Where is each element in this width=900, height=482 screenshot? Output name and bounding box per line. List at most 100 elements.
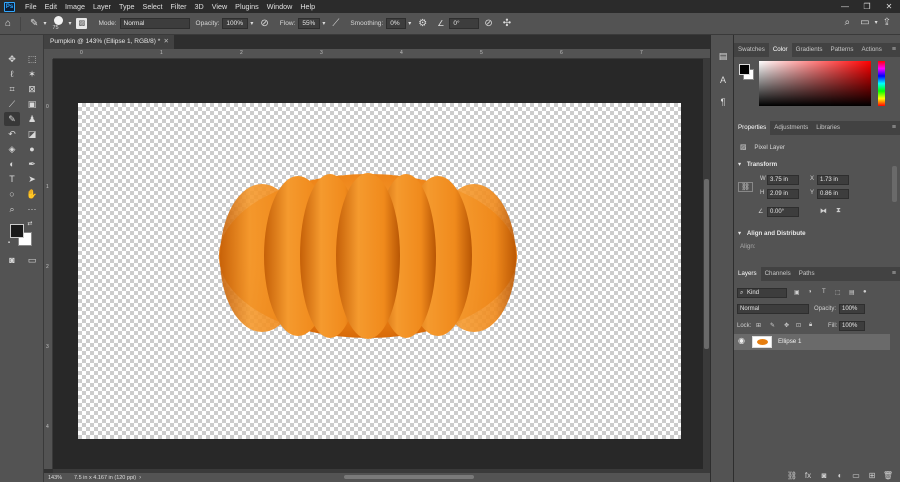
frame-tool-icon[interactable]: ⊠ <box>24 82 40 96</box>
tab-properties[interactable]: Properties <box>734 121 771 135</box>
magic-wand-tool-icon[interactable]: ✶ <box>24 67 40 81</box>
menu-select[interactable]: Select <box>139 2 167 11</box>
mode-select[interactable]: Normal <box>119 18 190 29</box>
swap-colors-icon[interactable]: ⇄ <box>25 219 35 229</box>
chevron-down-icon[interactable]: ▾ <box>408 20 411 27</box>
color-picker-field[interactable] <box>759 61 871 106</box>
symmetry-icon[interactable]: ✣ <box>503 18 511 29</box>
brush-tool-icon[interactable]: ✎ <box>30 18 38 29</box>
gear-icon[interactable]: ⚙ <box>418 18 427 29</box>
tab-libraries[interactable]: Libraries <box>812 121 844 135</box>
filter-pixel-icon[interactable]: ▣ <box>794 289 800 296</box>
flow-field[interactable]: 55% <box>298 18 321 29</box>
panel-menu-icon[interactable]: ≡ <box>892 43 896 57</box>
pressure-opacity-icon[interactable]: ⊘ <box>260 18 268 29</box>
width-field[interactable]: 3.75 in <box>767 175 799 185</box>
workspace-icon[interactable]: ▭ <box>860 17 869 28</box>
close-button[interactable]: ✕ <box>878 0 900 13</box>
panel-menu-icon[interactable]: ≡ <box>892 267 896 281</box>
ellipse-tool-icon[interactable]: ○ <box>4 187 20 201</box>
path-selection-tool-icon[interactable]: ➤ <box>24 172 40 186</box>
chevron-down-icon[interactable]: ▾ <box>250 20 253 27</box>
chevron-down-icon[interactable]: ▾ <box>68 20 71 27</box>
menu-help[interactable]: Help <box>296 2 319 11</box>
eyedropper-tool-icon[interactable]: ⟋ <box>4 97 20 111</box>
filter-smart-object-icon[interactable]: ▤ <box>849 289 855 296</box>
minimize-button[interactable]: — <box>834 0 856 13</box>
menu-filter[interactable]: Filter <box>167 2 191 11</box>
hue-slider[interactable] <box>878 61 885 106</box>
quick-mask-icon[interactable]: ◙ <box>4 253 20 267</box>
scrollbar-thumb[interactable] <box>704 179 709 349</box>
fill-field[interactable]: 100% <box>839 321 865 331</box>
more-tools-icon[interactable]: ··· <box>24 202 40 216</box>
scrollbar-thumb[interactable] <box>892 166 897 202</box>
filter-adjustment-icon[interactable]: ◑ <box>808 289 812 295</box>
scrollbar-thumb[interactable] <box>344 475 474 479</box>
clone-stamp-tool-icon[interactable]: ♟ <box>24 112 40 126</box>
adjustment-layer-icon[interactable]: ◐ <box>832 471 848 480</box>
default-colors-icon[interactable]: ▪ <box>5 239 13 247</box>
blur-tool-icon[interactable]: ● <box>24 142 40 156</box>
dodge-tool-icon[interactable]: ◐ <box>4 157 20 171</box>
lock-all-icon[interactable]: 🔒︎ <box>809 322 812 329</box>
link-icon[interactable]: ⛓ <box>738 182 753 192</box>
close-icon[interactable]: ✕ <box>164 35 169 49</box>
filter-toggle-icon[interactable]: ● <box>863 289 867 295</box>
layer-name[interactable]: Ellipse 1 <box>778 338 801 345</box>
zoom-level[interactable]: 143% <box>44 475 74 481</box>
move-tool-icon[interactable]: ✥ <box>4 52 20 66</box>
menu-3d[interactable]: 3D <box>191 2 208 11</box>
y-field[interactable]: 0.86 in <box>817 189 849 199</box>
opacity-field[interactable]: 100% <box>222 18 249 29</box>
history-brush-tool-icon[interactable]: ↶ <box>4 127 20 141</box>
chevron-down-icon[interactable]: ▾ <box>43 20 46 27</box>
document-canvas[interactable] <box>78 103 681 439</box>
spot-healing-tool-icon[interactable]: ▣ <box>24 97 40 111</box>
paragraph-panel-icon[interactable]: ¶ <box>715 95 731 109</box>
chevron-down-icon[interactable]: ▾ <box>875 19 878 26</box>
tab-adjustments[interactable]: Adjustments <box>770 121 812 135</box>
menu-type[interactable]: Type <box>115 2 139 11</box>
foreground-color-swatch[interactable] <box>739 64 750 75</box>
new-layer-icon[interactable]: ⊞ <box>864 471 880 480</box>
eraser-tool-icon[interactable]: ◪ <box>24 127 40 141</box>
angle-field[interactable]: 0.00° <box>767 207 799 217</box>
zoom-tool-icon[interactable]: ⌕ <box>4 202 20 216</box>
lock-pixels-icon[interactable]: ✎ <box>770 322 775 329</box>
pen-tool-icon[interactable]: ✒ <box>24 157 40 171</box>
tab-actions[interactable]: Actions <box>858 43 886 57</box>
layer-filter-select[interactable]: ⌕ Kind <box>737 288 787 298</box>
screen-mode-icon[interactable]: ▭ <box>24 253 40 267</box>
menu-edit[interactable]: Edit <box>41 2 61 11</box>
airbrush-icon[interactable]: ⟋ <box>332 18 339 29</box>
maximize-button[interactable]: ❐ <box>856 0 878 13</box>
tab-paths[interactable]: Paths <box>795 267 819 281</box>
blend-mode-select[interactable]: Normal <box>737 304 809 314</box>
document-info[interactable]: 7.5 in x 4.167 in (120 ppi) <box>74 475 136 481</box>
new-group-icon[interactable]: ▭ <box>848 471 864 480</box>
filter-type-icon[interactable]: T <box>822 289 826 295</box>
align-header[interactable]: ▾ Align and Distribute <box>738 230 900 237</box>
foreground-color-swatch[interactable] <box>10 224 24 238</box>
x-field[interactable]: 1.73 in <box>817 175 849 185</box>
flip-vertical-icon[interactable]: ⧗ <box>836 207 841 215</box>
tab-layers[interactable]: Layers <box>734 267 761 281</box>
menu-image[interactable]: Image <box>61 2 89 11</box>
flip-horizontal-icon[interactable]: ⧓ <box>820 207 827 215</box>
layer-style-icon[interactable]: fx <box>800 471 816 480</box>
brush-preset-picker[interactable]: 75 <box>50 15 68 33</box>
layer-row[interactable]: ◉ Ellipse 1 <box>734 334 890 350</box>
eye-icon[interactable]: ◉ <box>738 336 745 345</box>
lock-artboard-icon[interactable]: ⊡ <box>796 322 801 329</box>
transform-header[interactable]: ▾ Transform <box>738 161 900 168</box>
panel-menu-icon[interactable]: ≡ <box>892 121 896 135</box>
chevron-down-icon[interactable]: ▾ <box>322 20 325 27</box>
link-layers-icon[interactable]: ⛓ <box>784 471 800 480</box>
lock-position-icon[interactable]: ✥ <box>784 322 789 329</box>
history-panel-icon[interactable]: ▤ <box>715 49 731 63</box>
menu-window[interactable]: Window <box>263 2 297 11</box>
hand-tool-icon[interactable]: ✋ <box>24 187 40 201</box>
marquee-tool-icon[interactable]: ⬚ <box>24 52 40 66</box>
tab-color[interactable]: Color <box>768 43 792 57</box>
